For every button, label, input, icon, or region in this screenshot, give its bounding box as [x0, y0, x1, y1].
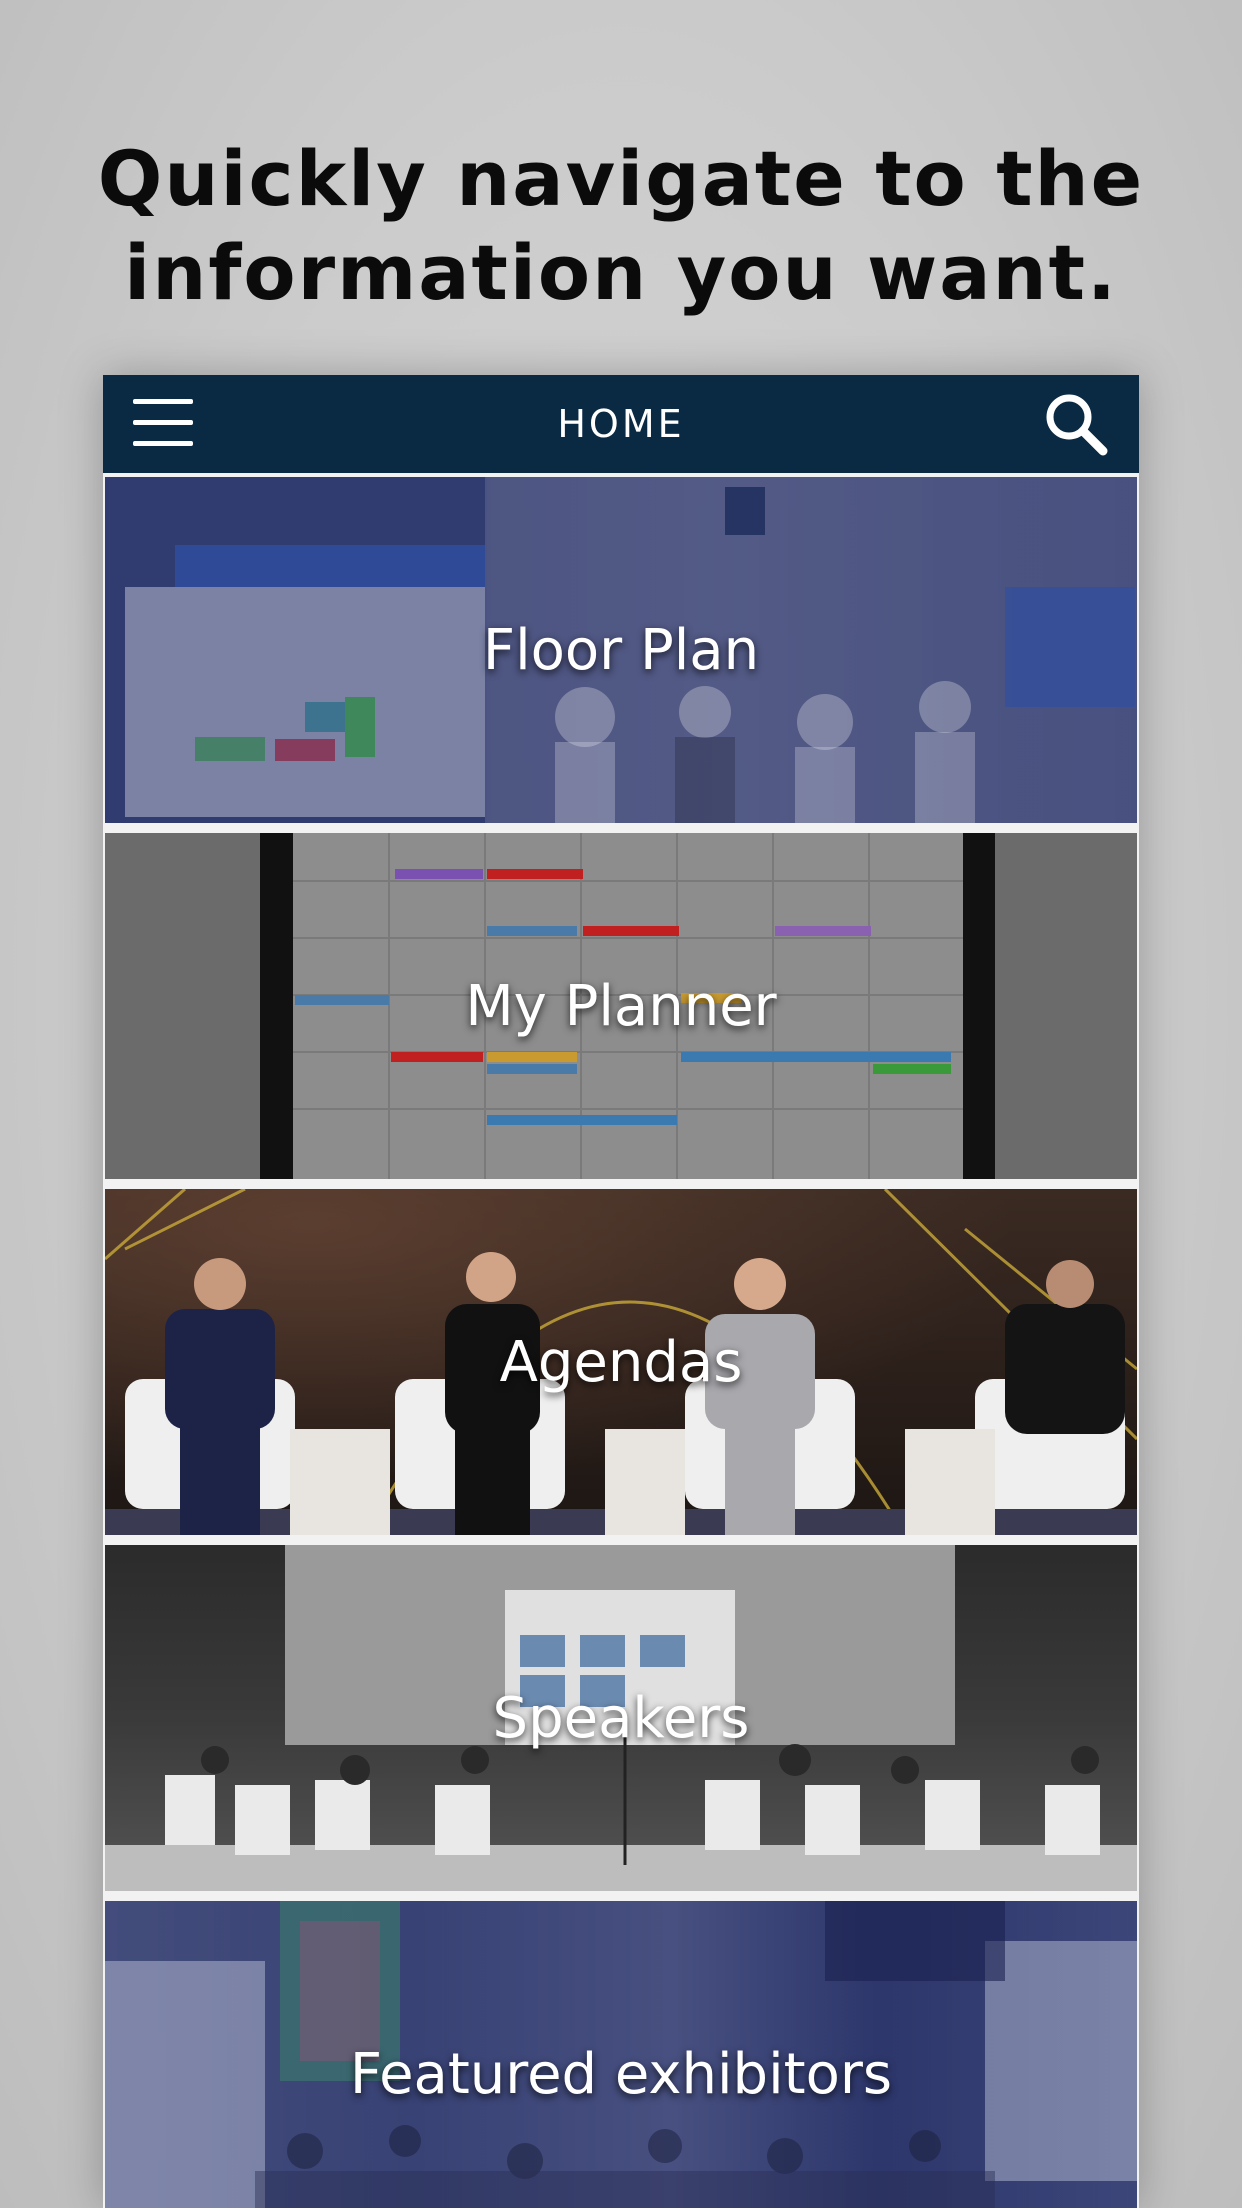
- headline: Quickly navigate to the information you …: [0, 132, 1242, 320]
- search-icon[interactable]: [1041, 389, 1111, 459]
- tile-label: Floor Plan: [482, 617, 760, 683]
- headline-line-2: information you want.: [124, 228, 1118, 317]
- app-screen: HOME Floor Plan My Planner Agendas Speak…: [103, 375, 1139, 2208]
- tile-agendas[interactable]: Agendas: [105, 1189, 1137, 1535]
- tile-floor-plan[interactable]: Floor Plan: [105, 477, 1137, 823]
- tile-label: Featured exhibitors: [349, 2041, 893, 2107]
- headline-line-1: Quickly navigate to the: [97, 134, 1145, 223]
- tile-label: Speakers: [492, 1685, 750, 1751]
- tile-speakers[interactable]: Speakers: [105, 1545, 1137, 1891]
- tile-my-planner[interactable]: My Planner: [105, 833, 1137, 1179]
- tile-featured-exhibitors[interactable]: Featured exhibitors: [105, 1901, 1137, 2208]
- hamburger-menu-icon[interactable]: [133, 395, 195, 451]
- tile-label: My Planner: [465, 973, 777, 1039]
- tile-label: Agendas: [499, 1329, 743, 1395]
- home-tiles: Floor Plan My Planner Agendas Speakers F…: [105, 477, 1137, 2208]
- page-title: HOME: [557, 402, 685, 446]
- top-navigation-bar: HOME: [103, 375, 1139, 473]
